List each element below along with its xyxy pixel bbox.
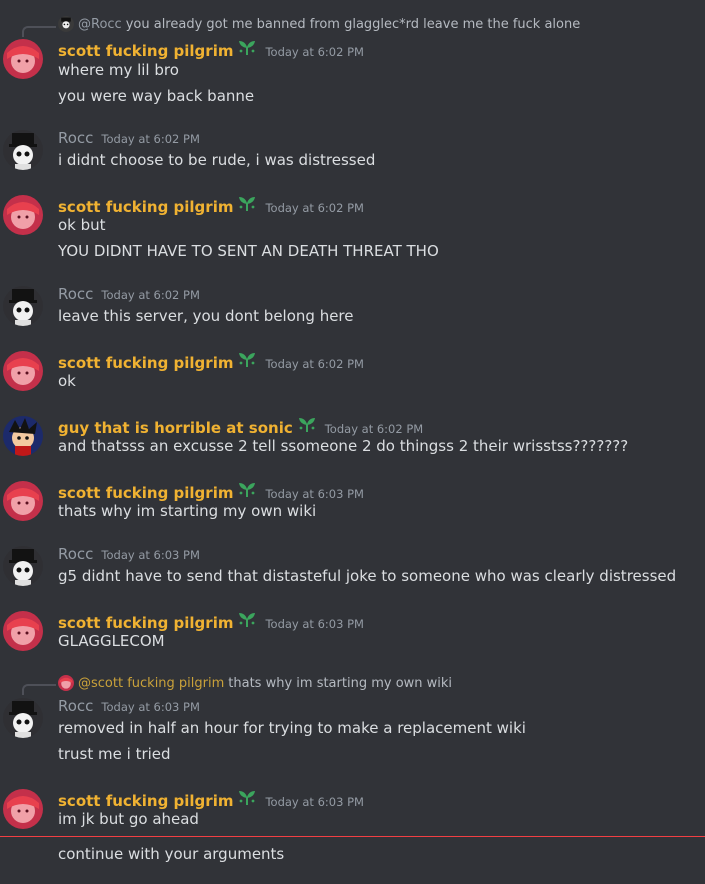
timestamp[interactable]: Today at 6:02 PM bbox=[265, 45, 363, 59]
timestamp[interactable]: Today at 6:03 PM bbox=[265, 487, 363, 501]
username[interactable]: guy that is horrible at sonic bbox=[58, 419, 293, 437]
timestamp[interactable]: Today at 6:02 PM bbox=[101, 288, 199, 302]
message-line: you were way back banne bbox=[58, 87, 255, 105]
message-line: removed in half an hour for trying to ma… bbox=[58, 719, 526, 737]
message-line: i didnt choose to be rude, i was distres… bbox=[58, 151, 376, 169]
message-header: Rocc Today at 6:03 PM bbox=[58, 545, 200, 565]
avatar[interactable] bbox=[3, 39, 43, 79]
message-line: YOU DIDNT HAVE TO SENT AN DEATH THREAT T… bbox=[58, 242, 439, 260]
sprout-badge-icon bbox=[237, 350, 257, 368]
reply-connector bbox=[22, 684, 56, 695]
username[interactable]: scott fucking pilgrim bbox=[58, 42, 233, 60]
message-header: scott fucking pilgrim Today at 6:03 PM bbox=[58, 610, 364, 632]
avatar[interactable] bbox=[3, 611, 43, 651]
avatar[interactable] bbox=[3, 698, 43, 738]
message-line: ok bbox=[58, 372, 76, 390]
sprout-badge-icon bbox=[237, 480, 257, 498]
sprout-badge-icon bbox=[237, 38, 257, 56]
sprout-badge-icon bbox=[237, 194, 257, 212]
reply-author[interactable]: @scott fucking pilgrim bbox=[78, 676, 224, 691]
avatar[interactable] bbox=[3, 130, 43, 170]
message-line: GLAGGLECOM bbox=[58, 632, 165, 650]
username[interactable]: scott fucking pilgrim bbox=[58, 198, 233, 216]
sprout-badge-icon bbox=[297, 415, 317, 433]
avatar[interactable] bbox=[3, 481, 43, 521]
reply-preview[interactable]: @Rocc you already got me banned from gla… bbox=[58, 15, 580, 33]
message-header: scott fucking pilgrim Today at 6:02 PM bbox=[58, 38, 364, 60]
timestamp[interactable]: Today at 6:02 PM bbox=[101, 132, 199, 146]
new-messages-divider bbox=[0, 836, 705, 837]
timestamp[interactable]: Today at 6:02 PM bbox=[265, 357, 363, 371]
username[interactable]: scott fucking pilgrim bbox=[58, 484, 233, 502]
username[interactable]: Rocc bbox=[58, 129, 93, 147]
reply-preview[interactable]: @scott fucking pilgrim thats why im star… bbox=[58, 674, 452, 692]
message-header: scott fucking pilgrim Today at 6:03 PM bbox=[58, 788, 364, 810]
avatar[interactable] bbox=[3, 351, 43, 391]
message-line: g5 didnt have to send that distasteful j… bbox=[58, 567, 677, 585]
reply-author[interactable]: @Rocc bbox=[78, 17, 122, 32]
reply-text: thats why im starting my own wiki bbox=[228, 675, 453, 691]
username[interactable]: Rocc bbox=[58, 545, 93, 563]
message-header: scott fucking pilgrim Today at 6:02 PM bbox=[58, 194, 364, 216]
message-header: guy that is horrible at sonic Today at 6… bbox=[58, 415, 423, 437]
sprout-badge-icon bbox=[237, 610, 257, 628]
timestamp[interactable]: Today at 6:03 PM bbox=[265, 617, 363, 631]
username[interactable]: scott fucking pilgrim bbox=[58, 354, 233, 372]
timestamp[interactable]: Today at 6:03 PM bbox=[101, 548, 199, 562]
message-line: continue with your arguments bbox=[58, 845, 285, 863]
message-header: scott fucking pilgrim Today at 6:03 PM bbox=[58, 480, 364, 502]
message-header: Rocc Today at 6:02 PM bbox=[58, 129, 200, 149]
reply-text: you already got me banned from glagglec*… bbox=[125, 16, 581, 32]
rocc-mini-avatar bbox=[58, 16, 74, 32]
message-line: thats why im starting my own wiki bbox=[58, 502, 317, 520]
timestamp[interactable]: Today at 6:02 PM bbox=[325, 422, 423, 436]
username[interactable]: Rocc bbox=[58, 285, 93, 303]
message-header: Rocc Today at 6:02 PM bbox=[58, 285, 200, 305]
message-line: trust me i tried bbox=[58, 745, 171, 763]
timestamp[interactable]: Today at 6:03 PM bbox=[101, 700, 199, 714]
username[interactable]: Rocc bbox=[58, 697, 93, 715]
avatar[interactable] bbox=[3, 789, 43, 829]
avatar[interactable] bbox=[3, 546, 43, 586]
avatar[interactable] bbox=[3, 416, 43, 456]
username[interactable]: scott fucking pilgrim bbox=[58, 792, 233, 810]
timestamp[interactable]: Today at 6:02 PM bbox=[265, 201, 363, 215]
message-line: leave this server, you dont belong here bbox=[58, 307, 354, 325]
scott-mini-avatar bbox=[58, 675, 74, 691]
message-line: ok but bbox=[58, 216, 106, 234]
message-header: scott fucking pilgrim Today at 6:02 PM bbox=[58, 350, 364, 372]
message-line: where my lil bro bbox=[58, 61, 179, 79]
timestamp[interactable]: Today at 6:03 PM bbox=[265, 795, 363, 809]
avatar[interactable] bbox=[3, 195, 43, 235]
message-line: im jk but go ahead bbox=[58, 810, 199, 828]
message-header: Rocc Today at 6:03 PM bbox=[58, 697, 200, 717]
reply-connector bbox=[22, 26, 56, 37]
message-line: and thatsss an excusse 2 tell ssomeone 2… bbox=[58, 437, 629, 455]
avatar[interactable] bbox=[3, 286, 43, 326]
sprout-badge-icon bbox=[237, 788, 257, 806]
username[interactable]: scott fucking pilgrim bbox=[58, 614, 233, 632]
